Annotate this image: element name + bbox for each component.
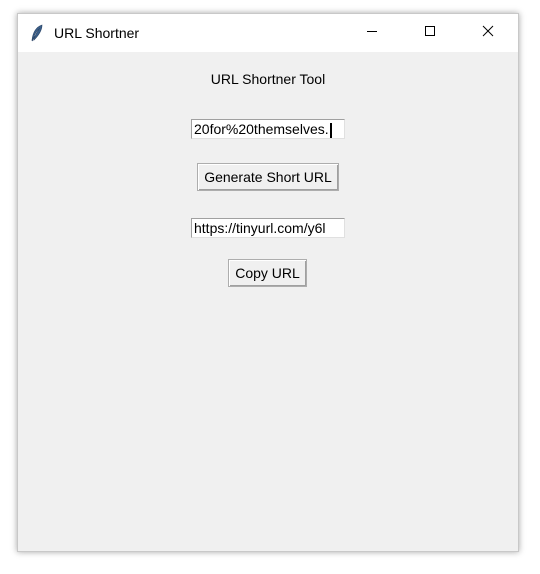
feather-icon (30, 24, 44, 42)
close-button[interactable] (465, 14, 511, 52)
minimize-icon (366, 24, 378, 42)
app-window: URL Shortner URL Shortner Tool 20for%20t… (17, 13, 519, 552)
app-content: URL Shortner Tool 20for%20themselves. Ge… (18, 52, 518, 553)
window-title: URL Shortner (54, 25, 140, 41)
minimize-button[interactable] (349, 14, 395, 52)
page-title: URL Shortner Tool (210, 71, 326, 87)
close-icon (482, 24, 494, 42)
copy-url-button[interactable]: Copy URL (228, 259, 307, 287)
text-caret (329, 122, 332, 138)
maximize-icon (424, 24, 436, 42)
short-url-text: https://tinyurl.com/y6l (194, 220, 326, 236)
long-url-input[interactable]: 20for%20themselves. (191, 119, 345, 139)
generate-short-url-button[interactable]: Generate Short URL (197, 163, 339, 191)
maximize-button[interactable] (407, 14, 453, 52)
short-url-output[interactable]: https://tinyurl.com/y6l (191, 218, 345, 238)
title-bar[interactable]: URL Shortner (18, 14, 518, 52)
long-url-text: 20for%20themselves. (194, 121, 329, 137)
